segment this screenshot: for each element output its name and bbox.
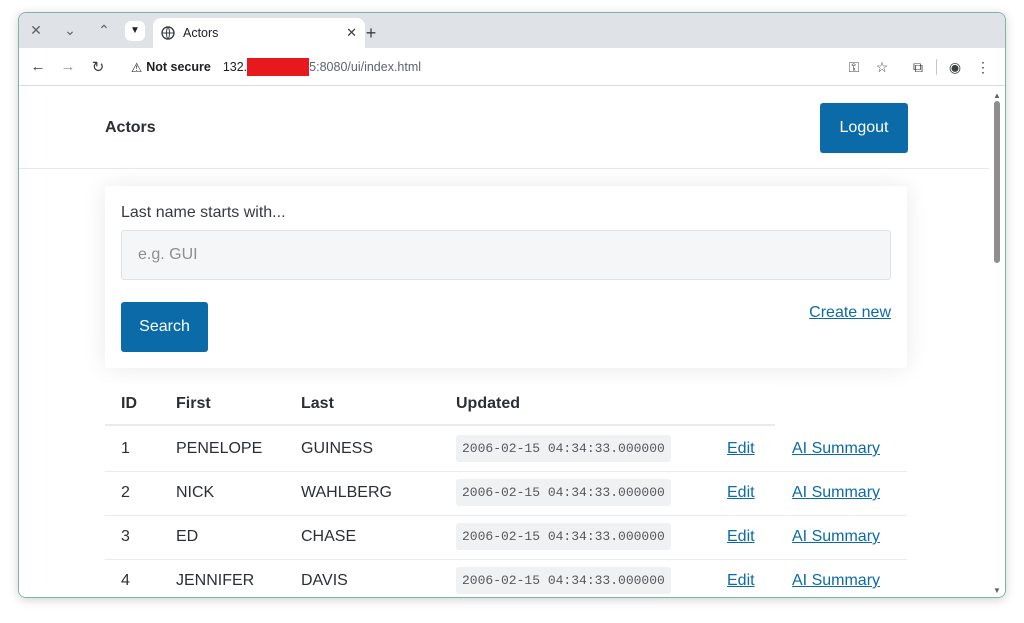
table-row: 3 ED CHASE 2006-02-15 04:34:33.000000 Ed…: [105, 516, 907, 560]
cell-updated: 2006-02-15 04:34:33.000000: [456, 435, 671, 462]
logout-button[interactable]: Logout: [820, 103, 908, 153]
profile-icon[interactable]: ◉: [941, 53, 969, 81]
cell-id: 2: [121, 484, 130, 501]
tab-search-button[interactable]: ▼: [125, 20, 145, 41]
tab-title: Actors: [183, 26, 219, 40]
bookmark-star-icon[interactable]: ☆: [868, 53, 896, 81]
scroll-down-arrow-icon[interactable]: ▼: [993, 586, 1001, 595]
vertical-scrollbar[interactable]: ▲ ▼: [989, 87, 1005, 597]
cell-first: PENELOPE: [176, 440, 263, 457]
ai-summary-link[interactable]: AI Summary: [792, 440, 880, 458]
cell-first: NICK: [176, 484, 215, 501]
table-header: ID First Last Updated: [105, 384, 775, 426]
page-title: Actors: [105, 119, 156, 136]
cell-id: 4: [121, 572, 130, 589]
search-label: Last name starts with...: [121, 204, 286, 221]
forward-icon[interactable]: →: [53, 52, 83, 82]
edit-link[interactable]: Edit: [727, 440, 755, 458]
cell-last: GUINESS: [301, 440, 374, 457]
cell-last: WAHLBERG: [301, 484, 392, 501]
url-path: 5:8080/ui/index.html: [309, 60, 422, 74]
create-new-link[interactable]: Create new: [809, 304, 891, 322]
browser-toolbar: ← → ↻ ⚠ Not secure 132. 5:8080/ui/index.…: [19, 48, 1005, 86]
cell-updated: 2006-02-15 04:34:33.000000: [456, 567, 671, 594]
security-indicator[interactable]: ⚠ Not secure: [131, 60, 211, 75]
warning-icon: ⚠: [131, 60, 143, 75]
tab-actors[interactable]: Actors ✕: [153, 18, 365, 48]
globe-icon: [161, 26, 175, 40]
edit-link[interactable]: Edit: [727, 572, 755, 590]
redaction-block: [247, 58, 310, 76]
page-header: Actors Logout: [19, 87, 991, 169]
table-row: 1 PENELOPE GUINESS 2006-02-15 04:34:33.0…: [105, 428, 907, 472]
toolbar-actions: ⚿ ☆ ⧉ ◉ ⋮: [840, 52, 997, 82]
scroll-up-arrow-icon[interactable]: ▲: [993, 91, 1001, 100]
last-name-search-input[interactable]: [121, 230, 891, 280]
extensions-icon[interactable]: ⧉: [904, 53, 932, 81]
back-icon[interactable]: ←: [23, 52, 53, 82]
ai-summary-link[interactable]: AI Summary: [792, 528, 880, 546]
page-viewport: Actors Logout Last name starts with... S…: [19, 87, 991, 597]
search-button[interactable]: Search: [121, 302, 208, 352]
cell-id: 3: [121, 528, 130, 545]
key-icon[interactable]: ⚿: [840, 53, 868, 81]
ai-summary-link[interactable]: AI Summary: [792, 484, 880, 502]
cell-updated: 2006-02-15 04:34:33.000000: [456, 479, 671, 506]
browser-window: ✕ ⌄ ⌃ ▼ Actors ✕ + ← → ↻ ⚠ Not secure 13…: [18, 12, 1006, 598]
cell-first: ED: [176, 528, 199, 545]
edit-link[interactable]: Edit: [727, 484, 755, 502]
new-tab-icon[interactable]: +: [356, 18, 386, 48]
cell-id: 1: [121, 440, 130, 457]
table-row: 2 NICK WAHLBERG 2006-02-15 04:34:33.0000…: [105, 472, 907, 516]
edit-link[interactable]: Edit: [727, 528, 755, 546]
search-card: Last name starts with... Search Create n…: [105, 186, 907, 368]
security-label: Not secure: [146, 60, 211, 74]
chevron-up-icon[interactable]: ⌃: [87, 13, 121, 48]
column-header-id: ID: [121, 395, 137, 412]
actors-table-body: 1 PENELOPE GUINESS 2006-02-15 04:34:33.0…: [105, 428, 907, 597]
close-window-icon[interactable]: ✕: [19, 13, 53, 48]
column-header-last: Last: [301, 395, 334, 412]
url-host: 132.: [222, 60, 248, 74]
toolbar-divider: [936, 59, 937, 75]
address-bar[interactable]: ⚠ Not secure 132. 5:8080/ui/index.html: [123, 53, 895, 81]
chevron-down-icon[interactable]: ⌄: [53, 13, 87, 48]
reload-icon[interactable]: ↻: [83, 52, 113, 82]
cell-last: DAVIS: [301, 572, 348, 589]
ai-summary-link[interactable]: AI Summary: [792, 572, 880, 590]
column-header-first: First: [176, 395, 211, 412]
cell-updated: 2006-02-15 04:34:33.000000: [456, 523, 671, 550]
scrollbar-thumb[interactable]: [994, 101, 1000, 263]
table-row: 4 JENNIFER DAVIS 2006-02-15 04:34:33.000…: [105, 560, 907, 597]
column-header-updated: Updated: [456, 395, 520, 412]
cell-last: CHASE: [301, 528, 357, 545]
menu-kebab-icon[interactable]: ⋮: [969, 53, 997, 81]
tab-strip: ✕ ⌄ ⌃ ▼ Actors ✕ +: [19, 13, 1005, 48]
cell-first: JENNIFER: [176, 572, 255, 589]
